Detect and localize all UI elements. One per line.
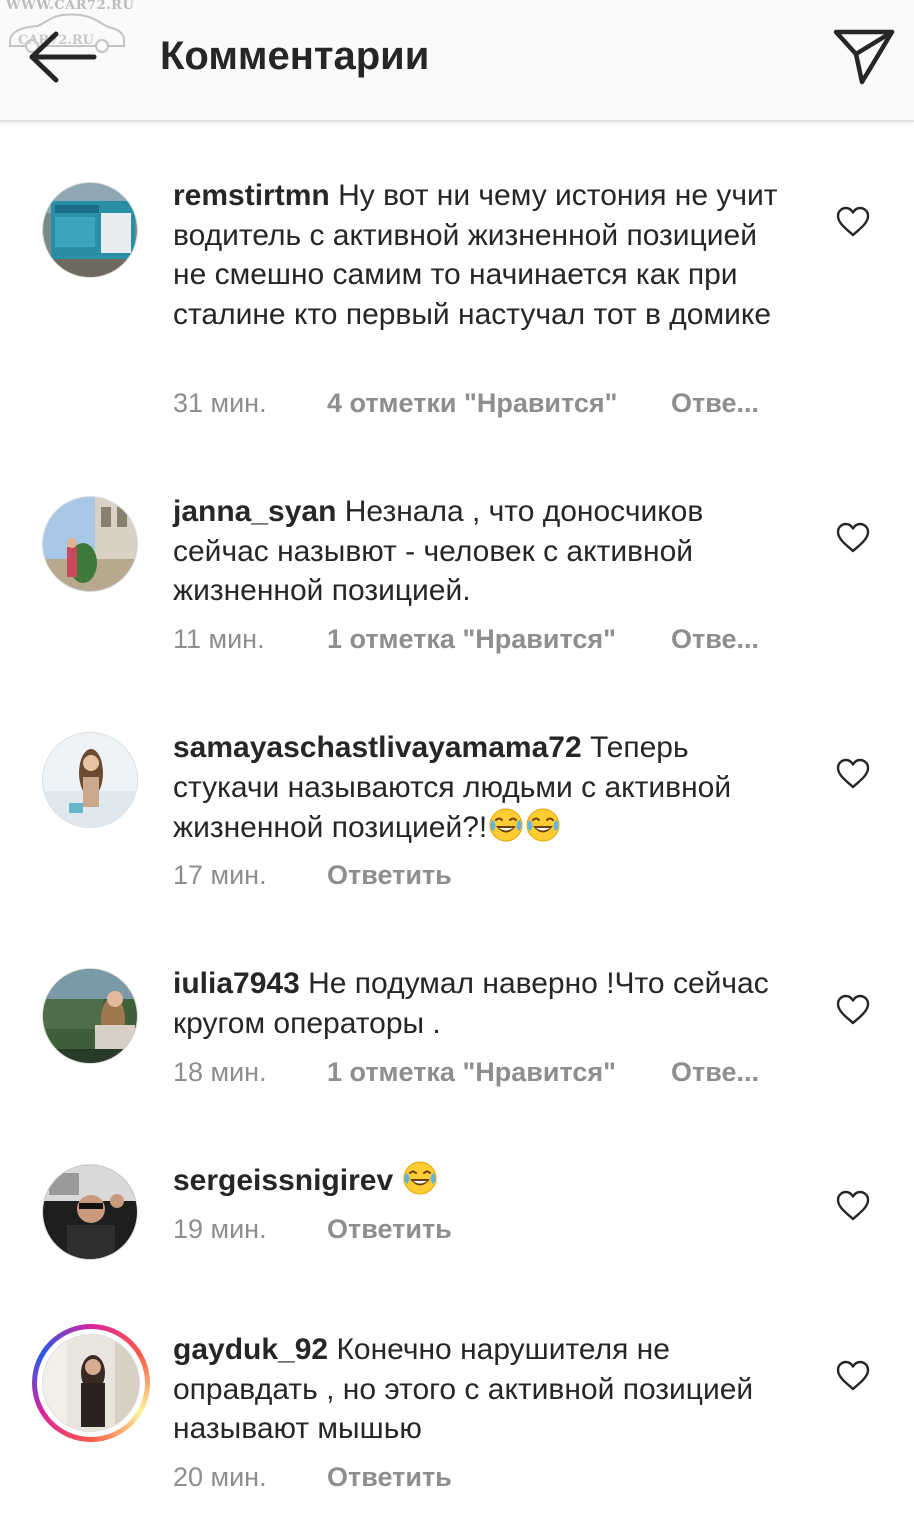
comment-text: iulia7943 Не подумал наверно !Что сейчас… bbox=[173, 964, 783, 1043]
reply-button[interactable]: Отве... bbox=[671, 624, 759, 655]
heart-outline-icon[interactable] bbox=[836, 206, 870, 238]
avatar[interactable] bbox=[42, 496, 138, 592]
tears-of-joy-emoji-icon bbox=[525, 807, 561, 843]
reply-button[interactable]: Ответить bbox=[327, 1462, 452, 1493]
avatar[interactable] bbox=[42, 182, 138, 278]
heart-outline-icon[interactable] bbox=[836, 1360, 870, 1392]
heart-outline-icon[interactable] bbox=[836, 758, 870, 790]
page-title: Комментарии bbox=[160, 34, 430, 78]
comment-time: 20 мин. bbox=[173, 1462, 267, 1492]
comment-likes[interactable]: 4 отметки "Нравится" bbox=[327, 388, 617, 419]
comment-text: janna_syan Незнала , что доносчиков сейч… bbox=[173, 492, 783, 611]
comment-username[interactable]: gayduk_92 bbox=[173, 1333, 328, 1366]
avatar[interactable] bbox=[42, 1334, 140, 1432]
avatar[interactable] bbox=[42, 968, 138, 1064]
comment-likes[interactable]: 1 отметка "Нравится" bbox=[327, 1057, 616, 1088]
comment-username[interactable]: janna_syan bbox=[173, 495, 336, 528]
comment-text: remstirtmn Ну вот ни чему истония не учи… bbox=[173, 176, 783, 334]
comment-time: 18 мин. bbox=[173, 1057, 267, 1087]
arrow-left-icon bbox=[29, 31, 97, 83]
comment-time: 17 мин. bbox=[173, 860, 267, 890]
reply-button[interactable]: Отве... bbox=[671, 1057, 759, 1088]
comment-time: 31 мин. bbox=[173, 388, 267, 418]
avatar[interactable] bbox=[42, 1164, 138, 1260]
heart-outline-icon[interactable] bbox=[836, 1190, 870, 1222]
comment-username[interactable]: iulia7943 bbox=[173, 967, 300, 1000]
top-bar: WWW.CAR72.RU CAR72.RU Комментарии bbox=[0, 0, 914, 122]
comment-time: 19 мин. bbox=[173, 1214, 267, 1244]
back-button[interactable] bbox=[26, 30, 98, 84]
story-ring[interactable] bbox=[32, 1324, 150, 1442]
heart-outline-icon[interactable] bbox=[836, 994, 870, 1026]
comment-likes[interactable]: 1 отметка "Нравится" bbox=[327, 624, 616, 655]
comment-username[interactable]: remstirtmn bbox=[173, 179, 330, 212]
tears-of-joy-emoji-icon bbox=[402, 1160, 438, 1196]
comment-text: sergeissnigirev bbox=[173, 1160, 783, 1201]
comment-username[interactable]: samayaschastlivayamama72 bbox=[173, 731, 582, 764]
avatar[interactable] bbox=[42, 732, 138, 828]
send-button[interactable] bbox=[832, 26, 896, 88]
comment-text: samayaschastlivayamama72 Теперь стукачи … bbox=[173, 728, 783, 848]
comment-time: 11 мин. bbox=[173, 624, 265, 654]
comment-username[interactable]: sergeissnigirev bbox=[173, 1164, 393, 1197]
comment-text: gayduk_92 Конечно нарушителя не оправдат… bbox=[173, 1330, 783, 1449]
tears-of-joy-emoji-icon bbox=[488, 807, 524, 843]
reply-button[interactable]: Ответить bbox=[327, 1214, 452, 1245]
paper-plane-icon bbox=[833, 29, 895, 85]
reply-button[interactable]: Отве... bbox=[671, 388, 759, 419]
reply-button[interactable]: Ответить bbox=[327, 860, 452, 891]
heart-outline-icon[interactable] bbox=[836, 522, 870, 554]
